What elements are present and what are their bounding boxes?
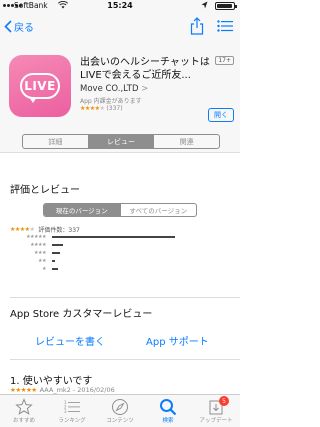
- review-author-date: AAA_mk2 - 2016/02/06: [39, 386, 115, 394]
- app-icon: LIVE: [9, 55, 71, 117]
- open-button[interactable]: 開く: [208, 108, 234, 122]
- histogram-stars-icon: ★★★★: [30, 242, 46, 248]
- divider: [10, 359, 240, 360]
- developer-name: Move CO.,LTD: [80, 84, 139, 94]
- update-badge: 5: [219, 396, 229, 406]
- histogram-bar: [52, 244, 63, 246]
- star-rating-icon: ★★★★★: [10, 226, 35, 233]
- app-header: LIVE 出会いのヘルシーチャットはLIVEで会えるご近所友... 17+ Mo…: [0, 42, 240, 127]
- segment-bar: 詳細 レビュー 関連: [0, 127, 240, 153]
- customer-reviews-title: App Store カスタマーレビュー: [10, 309, 153, 320]
- all-versions-tab[interactable]: すべてのバージョン: [121, 204, 197, 216]
- histogram-bar: [52, 268, 58, 270]
- list-menu-icon: [217, 20, 233, 32]
- star-rating-icon: ★★★★★: [10, 386, 37, 394]
- current-version-tab[interactable]: 現在のバージョン: [44, 204, 121, 216]
- rating-count: (337): [106, 105, 123, 112]
- histogram-track: [52, 268, 202, 270]
- tab-details[interactable]: 詳細: [23, 135, 89, 148]
- share-button[interactable]: [188, 17, 206, 35]
- battery-icon: [215, 2, 237, 10]
- ranking-list-icon: 1 2 3: [64, 400, 80, 414]
- section-segmented-control: 詳細 レビュー 関連: [22, 134, 220, 149]
- histogram-stars-icon: ★: [42, 266, 46, 272]
- live-logo: LIVE: [20, 73, 60, 103]
- tab-ranking[interactable]: 1 2 3 ランキング: [48, 395, 96, 427]
- tab-updates[interactable]: 5 アップデート: [192, 395, 240, 427]
- location-arrow-icon: [201, 1, 208, 9]
- ratings-section-title: 評価とレビュー: [10, 185, 80, 196]
- histogram-stars-icon: ★★★★★: [26, 234, 46, 240]
- review-title: 1. 使いやすいです: [10, 376, 93, 387]
- age-rating-badge: 17+: [215, 56, 234, 65]
- status-bar: SoftBank 15:24: [0, 0, 240, 12]
- histogram-bar: [52, 260, 55, 262]
- version-segmented-control: 現在のバージョン すべてのバージョン: [43, 203, 197, 217]
- histogram-bar: [52, 252, 60, 254]
- histogram-track: [52, 252, 202, 254]
- tab-search[interactable]: 検索: [144, 395, 192, 427]
- app-support-link[interactable]: App サポート: [146, 333, 209, 348]
- navigation-bar: 戻る: [0, 12, 240, 42]
- star-rating-icon: ★★★★★: [80, 105, 105, 112]
- menu-button[interactable]: [216, 17, 234, 35]
- chevron-right-icon: >: [141, 84, 149, 94]
- share-icon: [190, 17, 204, 35]
- tab-related[interactable]: 関連: [154, 135, 219, 148]
- tab-contents[interactable]: コンテンツ: [96, 395, 144, 427]
- histogram-stars-icon: ★★: [38, 258, 46, 264]
- developer-link[interactable]: Move CO.,LTD >: [80, 84, 148, 94]
- histogram-row: ★★: [10, 257, 230, 265]
- write-review-link[interactable]: レビューを書く: [35, 333, 105, 348]
- tab-featured[interactable]: おすすめ: [0, 395, 48, 427]
- histogram-track: [52, 260, 202, 262]
- review-meta: ★★★★★ AAA_mk2 - 2016/02/06: [10, 386, 115, 394]
- histogram-row: ★: [10, 265, 230, 273]
- histogram-track: [52, 236, 202, 238]
- in-app-purchase-note: App 内課金があります: [80, 98, 142, 105]
- tab-reviews[interactable]: レビュー: [88, 135, 155, 148]
- histogram-row: ★★★★: [10, 241, 230, 249]
- app-title: 出会いのヘルシーチャットはLIVEで会えるご近所友...: [80, 57, 210, 81]
- search-icon: [160, 399, 177, 416]
- compass-icon: [112, 399, 128, 415]
- star-icon: [15, 398, 33, 415]
- chevron-left-icon: [4, 20, 12, 33]
- back-label: 戻る: [14, 23, 34, 34]
- histogram-bar: [52, 236, 175, 238]
- tab-bar: おすすめ 1 2 3 ランキング コンテンツ 検索 5 アップデート: [0, 394, 240, 427]
- svg-text:3: 3: [64, 409, 67, 414]
- header-rating: ★★★★★ (337): [80, 105, 123, 112]
- histogram-stars-icon: ★★★: [34, 250, 46, 256]
- histogram-row: ★★★: [10, 249, 230, 257]
- rating-histogram: ★★★★★ ★★★★ ★★★ ★★ ★: [10, 233, 230, 273]
- divider: [10, 297, 240, 298]
- back-button[interactable]: 戻る: [4, 19, 34, 34]
- histogram-row: ★★★★★: [10, 233, 230, 241]
- histogram-track: [52, 244, 202, 246]
